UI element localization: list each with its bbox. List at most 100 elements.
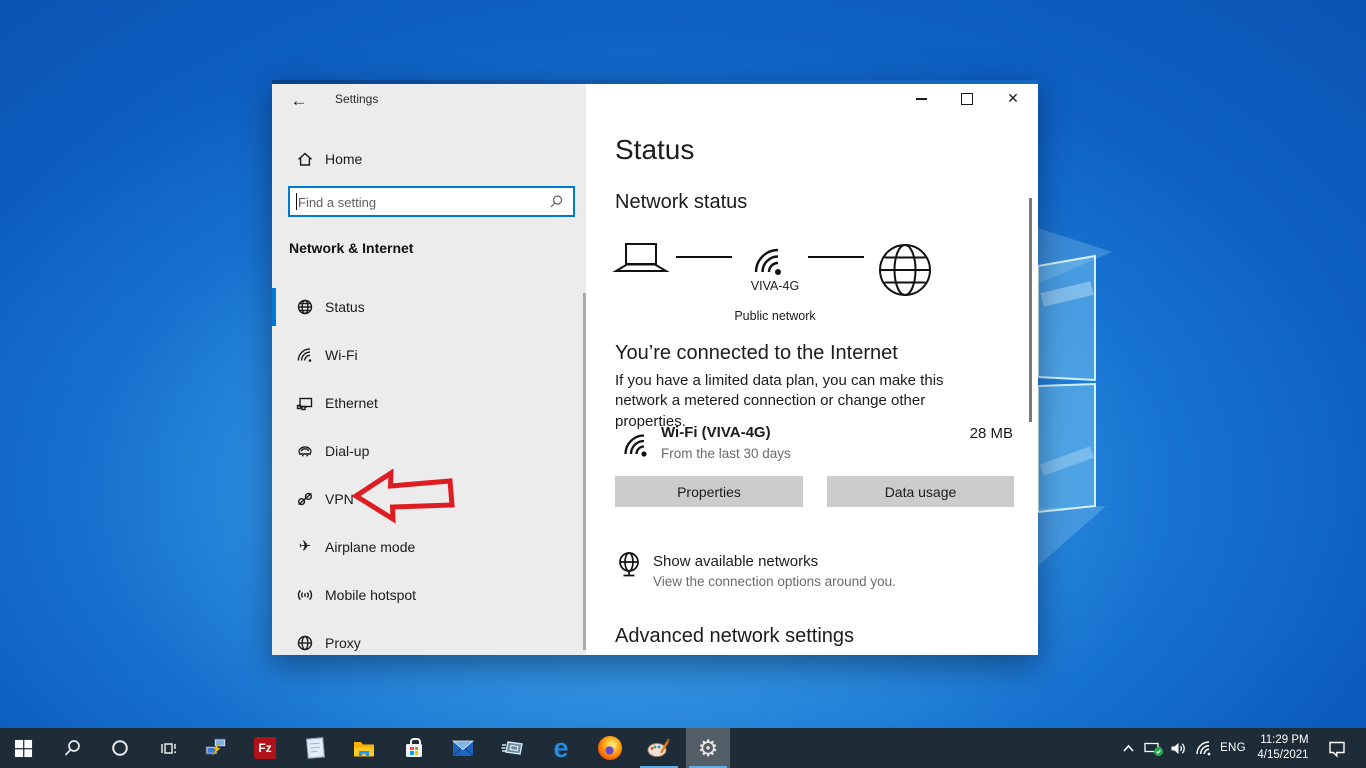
globe-icon: [296, 634, 314, 652]
safely-remove-hardware-icon: [1144, 740, 1165, 757]
chevron-up-icon: [1121, 741, 1136, 756]
notepad-button[interactable]: [293, 728, 337, 768]
search-icon: [548, 194, 564, 210]
adapter-period: From the last 30 days: [661, 446, 791, 461]
sidebar-item-label: Proxy: [325, 635, 361, 651]
sidebar-item-proxy[interactable]: Proxy: [272, 624, 584, 662]
mail-icon: [452, 740, 474, 757]
minimize-button[interactable]: [898, 84, 944, 114]
cortana-icon: [111, 739, 129, 757]
back-button[interactable]: ←: [282, 88, 316, 114]
sidebar-item-mobile-hotspot[interactable]: Mobile hotspot: [272, 576, 584, 614]
filezilla-icon: Fz: [254, 737, 276, 759]
globe-icon: [296, 298, 314, 316]
task-view-button[interactable]: [146, 728, 190, 768]
tray-time: 11:29 PM: [1257, 733, 1308, 748]
available-networks-icon[interactable]: [615, 551, 643, 579]
notepad-icon: [306, 737, 325, 758]
microsoft-store-icon: [406, 744, 422, 757]
airplane-icon: ✈: [296, 538, 314, 556]
mail-button[interactable]: [441, 728, 485, 768]
connected-heading: You’re connected to the Internet: [615, 342, 898, 365]
tray-overflow-chevron[interactable]: [1117, 728, 1139, 768]
network-status-heading: Network status: [615, 191, 747, 214]
task-view-icon: [159, 739, 178, 758]
sidebar-item-label: Airplane mode: [325, 539, 415, 555]
properties-button-label: Properties: [677, 484, 741, 500]
pc-connection-icon: [205, 738, 227, 758]
window-title: Settings: [335, 92, 378, 106]
sidebar-scrollbar[interactable]: [583, 293, 586, 650]
dialup-phone-icon: [296, 442, 314, 460]
sidebar-item-status[interactable]: Status: [272, 288, 584, 326]
sidebar-item-label: Mobile hotspot: [325, 587, 416, 603]
run-app-button[interactable]: [490, 728, 534, 768]
taskbar-search-button[interactable]: [50, 728, 94, 768]
filezilla-button[interactable]: Fz: [243, 728, 287, 768]
sidebar-item-label: Dial-up: [325, 443, 369, 459]
settings-taskbar-button[interactable]: ⚙: [686, 728, 730, 768]
show-available-networks-link[interactable]: Show available networks: [653, 553, 818, 570]
sidebar-item-label: Status: [325, 299, 365, 315]
sidebar-item-vpn[interactable]: VPN: [272, 480, 584, 518]
wifi-icon: [756, 250, 781, 275]
window-speed-icon: [501, 738, 524, 758]
settings-window: ← Settings ✕ Home Network & Internet Sta…: [272, 80, 1038, 655]
laptop-icon: [626, 244, 656, 264]
close-icon: ✕: [1007, 92, 1019, 106]
language-indicator[interactable]: ENG: [1216, 728, 1250, 768]
volume-tray[interactable]: [1165, 728, 1191, 768]
wifi-tray[interactable]: [1190, 728, 1216, 768]
language-code: ENG: [1220, 742, 1246, 754]
firefox-icon: [598, 736, 622, 760]
windows-logo-icon: [14, 739, 33, 758]
maximize-icon: [961, 93, 973, 105]
sidebar-item-wifi[interactable]: Wi-Fi: [272, 336, 584, 374]
edge-button[interactable]: e: [539, 728, 583, 768]
data-usage-button[interactable]: Data usage: [827, 476, 1014, 507]
sidebar-item-label: Home: [325, 151, 362, 167]
sidebar-item-airplane-mode[interactable]: ✈ Airplane mode: [272, 528, 584, 566]
search-box[interactable]: [288, 186, 575, 217]
sidebar-item-dialup[interactable]: Dial-up: [272, 432, 584, 470]
data-usage-button-label: Data usage: [885, 484, 957, 500]
content-scrollbar[interactable]: [1029, 198, 1032, 422]
paint-button[interactable]: [637, 728, 681, 768]
home-icon: [296, 150, 314, 168]
properties-button[interactable]: Properties: [615, 476, 803, 507]
wifi-icon: [296, 346, 314, 364]
data-usage-value: 28 MB: [970, 425, 1013, 442]
sidebar-item-ethernet[interactable]: Ethernet: [272, 384, 584, 422]
sidebar-item-label: Ethernet: [325, 395, 378, 411]
wifi-icon: [1194, 739, 1213, 758]
network-type-label: Public network: [695, 309, 855, 323]
microsoft-store-button[interactable]: [392, 728, 436, 768]
sidebar-item-home[interactable]: Home: [272, 140, 584, 178]
close-button[interactable]: ✕: [990, 84, 1036, 114]
maximize-button[interactable]: [944, 84, 990, 114]
start-button[interactable]: [1, 728, 45, 768]
mobile-hotspot-icon: [296, 586, 314, 604]
adapter-name: Wi-Fi (VIVA-4G): [661, 424, 771, 441]
network-connection-app-button[interactable]: [194, 728, 238, 768]
search-icon: [63, 739, 82, 758]
safely-remove-hardware-tray[interactable]: [1141, 728, 1167, 768]
sidebar-item-label: Wi-Fi: [325, 347, 358, 363]
sidebar-item-label: VPN: [325, 491, 354, 507]
connected-description: If you have a limited data plan, you can…: [615, 371, 1000, 432]
file-explorer-icon: [353, 739, 375, 758]
minimize-icon: [916, 98, 927, 100]
advanced-settings-heading: Advanced network settings: [615, 625, 854, 648]
search-input[interactable]: [296, 190, 540, 215]
paint-icon: [647, 736, 671, 760]
cortana-button[interactable]: [98, 728, 142, 768]
vpn-icon: [296, 490, 314, 508]
firefox-button[interactable]: [588, 728, 632, 768]
globe-icon: [880, 245, 930, 295]
file-explorer-button[interactable]: [342, 728, 386, 768]
show-available-networks-subtitle: View the connection options around you.: [653, 574, 896, 589]
speaker-icon: [1169, 739, 1188, 758]
action-center-button[interactable]: [1322, 728, 1352, 768]
tray-date: 4/15/2021: [1257, 748, 1308, 763]
clock-tray[interactable]: 11:29 PM 4/15/2021: [1252, 728, 1314, 768]
